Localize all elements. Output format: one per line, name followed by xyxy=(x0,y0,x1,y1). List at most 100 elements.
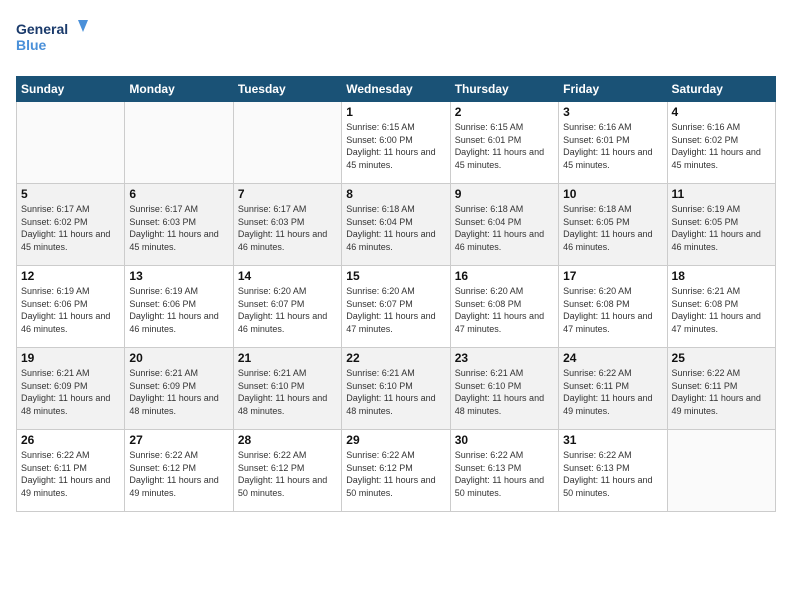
day-number: 27 xyxy=(129,433,228,447)
day-number: 18 xyxy=(672,269,771,283)
day-cell-w3-d6: 17 Sunrise: 6:20 AMSunset: 6:08 PMDaylig… xyxy=(559,266,667,348)
header-wednesday: Wednesday xyxy=(342,77,450,102)
header-friday: Friday xyxy=(559,77,667,102)
week-row-4: 19 Sunrise: 6:21 AMSunset: 6:09 PMDaylig… xyxy=(17,348,776,430)
day-cell-w2-d4: 8 Sunrise: 6:18 AMSunset: 6:04 PMDayligh… xyxy=(342,184,450,266)
day-cell-w1-d2 xyxy=(125,102,233,184)
day-cell-w5-d1: 26 Sunrise: 6:22 AMSunset: 6:11 PMDaylig… xyxy=(17,430,125,512)
day-cell-w1-d7: 4 Sunrise: 6:16 AMSunset: 6:02 PMDayligh… xyxy=(667,102,775,184)
day-number: 12 xyxy=(21,269,120,283)
day-cell-w3-d5: 16 Sunrise: 6:20 AMSunset: 6:08 PMDaylig… xyxy=(450,266,558,348)
header-sunday: Sunday xyxy=(17,77,125,102)
day-cell-w5-d7 xyxy=(667,430,775,512)
day-number: 2 xyxy=(455,105,554,119)
day-cell-w1-d6: 3 Sunrise: 6:16 AMSunset: 6:01 PMDayligh… xyxy=(559,102,667,184)
day-info: Sunrise: 6:17 AMSunset: 6:03 PMDaylight:… xyxy=(238,204,327,252)
day-info: Sunrise: 6:20 AMSunset: 6:08 PMDaylight:… xyxy=(455,286,544,334)
day-info: Sunrise: 6:21 AMSunset: 6:09 PMDaylight:… xyxy=(21,368,110,416)
day-number: 22 xyxy=(346,351,445,365)
day-cell-w1-d3 xyxy=(233,102,341,184)
day-number: 28 xyxy=(238,433,337,447)
day-info: Sunrise: 6:21 AMSunset: 6:10 PMDaylight:… xyxy=(238,368,327,416)
header-tuesday: Tuesday xyxy=(233,77,341,102)
day-info: Sunrise: 6:17 AMSunset: 6:03 PMDaylight:… xyxy=(129,204,218,252)
day-cell-w3-d3: 14 Sunrise: 6:20 AMSunset: 6:07 PMDaylig… xyxy=(233,266,341,348)
day-info: Sunrise: 6:20 AMSunset: 6:07 PMDaylight:… xyxy=(238,286,327,334)
day-info: Sunrise: 6:20 AMSunset: 6:07 PMDaylight:… xyxy=(346,286,435,334)
day-number: 29 xyxy=(346,433,445,447)
day-cell-w5-d4: 29 Sunrise: 6:22 AMSunset: 6:12 PMDaylig… xyxy=(342,430,450,512)
header: General Blue xyxy=(16,16,776,66)
day-info: Sunrise: 6:21 AMSunset: 6:10 PMDaylight:… xyxy=(346,368,435,416)
day-info: Sunrise: 6:19 AMSunset: 6:05 PMDaylight:… xyxy=(672,204,761,252)
day-info: Sunrise: 6:22 AMSunset: 6:12 PMDaylight:… xyxy=(238,450,327,498)
week-row-3: 12 Sunrise: 6:19 AMSunset: 6:06 PMDaylig… xyxy=(17,266,776,348)
day-info: Sunrise: 6:19 AMSunset: 6:06 PMDaylight:… xyxy=(21,286,110,334)
day-number: 16 xyxy=(455,269,554,283)
day-info: Sunrise: 6:22 AMSunset: 6:12 PMDaylight:… xyxy=(129,450,218,498)
day-info: Sunrise: 6:18 AMSunset: 6:04 PMDaylight:… xyxy=(455,204,544,252)
svg-text:General: General xyxy=(16,21,68,37)
day-cell-w4-d1: 19 Sunrise: 6:21 AMSunset: 6:09 PMDaylig… xyxy=(17,348,125,430)
day-cell-w2-d2: 6 Sunrise: 6:17 AMSunset: 6:03 PMDayligh… xyxy=(125,184,233,266)
day-cell-w3-d7: 18 Sunrise: 6:21 AMSunset: 6:08 PMDaylig… xyxy=(667,266,775,348)
page: General Blue SundayMondayTuesdayWednesda… xyxy=(0,0,792,612)
day-number: 19 xyxy=(21,351,120,365)
day-number: 4 xyxy=(672,105,771,119)
day-number: 25 xyxy=(672,351,771,365)
header-saturday: Saturday xyxy=(667,77,775,102)
day-info: Sunrise: 6:22 AMSunset: 6:11 PMDaylight:… xyxy=(672,368,761,416)
day-number: 1 xyxy=(346,105,445,119)
day-info: Sunrise: 6:22 AMSunset: 6:13 PMDaylight:… xyxy=(455,450,544,498)
day-number: 11 xyxy=(672,187,771,201)
day-number: 7 xyxy=(238,187,337,201)
day-cell-w2-d5: 9 Sunrise: 6:18 AMSunset: 6:04 PMDayligh… xyxy=(450,184,558,266)
calendar-table: SundayMondayTuesdayWednesdayThursdayFrid… xyxy=(16,76,776,512)
day-info: Sunrise: 6:21 AMSunset: 6:09 PMDaylight:… xyxy=(129,368,218,416)
week-row-2: 5 Sunrise: 6:17 AMSunset: 6:02 PMDayligh… xyxy=(17,184,776,266)
day-cell-w3-d4: 15 Sunrise: 6:20 AMSunset: 6:07 PMDaylig… xyxy=(342,266,450,348)
day-cell-w1-d1 xyxy=(17,102,125,184)
day-number: 20 xyxy=(129,351,228,365)
day-cell-w3-d2: 13 Sunrise: 6:19 AMSunset: 6:06 PMDaylig… xyxy=(125,266,233,348)
header-thursday: Thursday xyxy=(450,77,558,102)
day-cell-w5-d3: 28 Sunrise: 6:22 AMSunset: 6:12 PMDaylig… xyxy=(233,430,341,512)
day-info: Sunrise: 6:22 AMSunset: 6:13 PMDaylight:… xyxy=(563,450,652,498)
day-cell-w4-d6: 24 Sunrise: 6:22 AMSunset: 6:11 PMDaylig… xyxy=(559,348,667,430)
svg-text:Blue: Blue xyxy=(16,37,47,53)
day-info: Sunrise: 6:21 AMSunset: 6:08 PMDaylight:… xyxy=(672,286,761,334)
day-cell-w5-d6: 31 Sunrise: 6:22 AMSunset: 6:13 PMDaylig… xyxy=(559,430,667,512)
week-row-5: 26 Sunrise: 6:22 AMSunset: 6:11 PMDaylig… xyxy=(17,430,776,512)
day-cell-w2-d3: 7 Sunrise: 6:17 AMSunset: 6:03 PMDayligh… xyxy=(233,184,341,266)
day-number: 14 xyxy=(238,269,337,283)
day-cell-w2-d7: 11 Sunrise: 6:19 AMSunset: 6:05 PMDaylig… xyxy=(667,184,775,266)
day-cell-w3-d1: 12 Sunrise: 6:19 AMSunset: 6:06 PMDaylig… xyxy=(17,266,125,348)
day-info: Sunrise: 6:22 AMSunset: 6:11 PMDaylight:… xyxy=(21,450,110,498)
day-info: Sunrise: 6:17 AMSunset: 6:02 PMDaylight:… xyxy=(21,204,110,252)
day-info: Sunrise: 6:19 AMSunset: 6:06 PMDaylight:… xyxy=(129,286,218,334)
day-number: 26 xyxy=(21,433,120,447)
day-info: Sunrise: 6:22 AMSunset: 6:11 PMDaylight:… xyxy=(563,368,652,416)
day-info: Sunrise: 6:18 AMSunset: 6:05 PMDaylight:… xyxy=(563,204,652,252)
day-info: Sunrise: 6:16 AMSunset: 6:02 PMDaylight:… xyxy=(672,122,761,170)
day-cell-w2-d6: 10 Sunrise: 6:18 AMSunset: 6:05 PMDaylig… xyxy=(559,184,667,266)
day-number: 23 xyxy=(455,351,554,365)
day-number: 10 xyxy=(563,187,662,201)
day-info: Sunrise: 6:18 AMSunset: 6:04 PMDaylight:… xyxy=(346,204,435,252)
day-info: Sunrise: 6:21 AMSunset: 6:10 PMDaylight:… xyxy=(455,368,544,416)
logo: General Blue xyxy=(16,16,96,66)
day-number: 30 xyxy=(455,433,554,447)
day-cell-w4-d3: 21 Sunrise: 6:21 AMSunset: 6:10 PMDaylig… xyxy=(233,348,341,430)
day-number: 15 xyxy=(346,269,445,283)
day-info: Sunrise: 6:15 AMSunset: 6:01 PMDaylight:… xyxy=(455,122,544,170)
day-cell-w4-d7: 25 Sunrise: 6:22 AMSunset: 6:11 PMDaylig… xyxy=(667,348,775,430)
day-number: 3 xyxy=(563,105,662,119)
day-info: Sunrise: 6:22 AMSunset: 6:12 PMDaylight:… xyxy=(346,450,435,498)
day-number: 31 xyxy=(563,433,662,447)
day-cell-w4-d4: 22 Sunrise: 6:21 AMSunset: 6:10 PMDaylig… xyxy=(342,348,450,430)
day-number: 21 xyxy=(238,351,337,365)
logo-svg: General Blue xyxy=(16,16,96,66)
day-number: 6 xyxy=(129,187,228,201)
day-cell-w1-d4: 1 Sunrise: 6:15 AMSunset: 6:00 PMDayligh… xyxy=(342,102,450,184)
day-number: 8 xyxy=(346,187,445,201)
